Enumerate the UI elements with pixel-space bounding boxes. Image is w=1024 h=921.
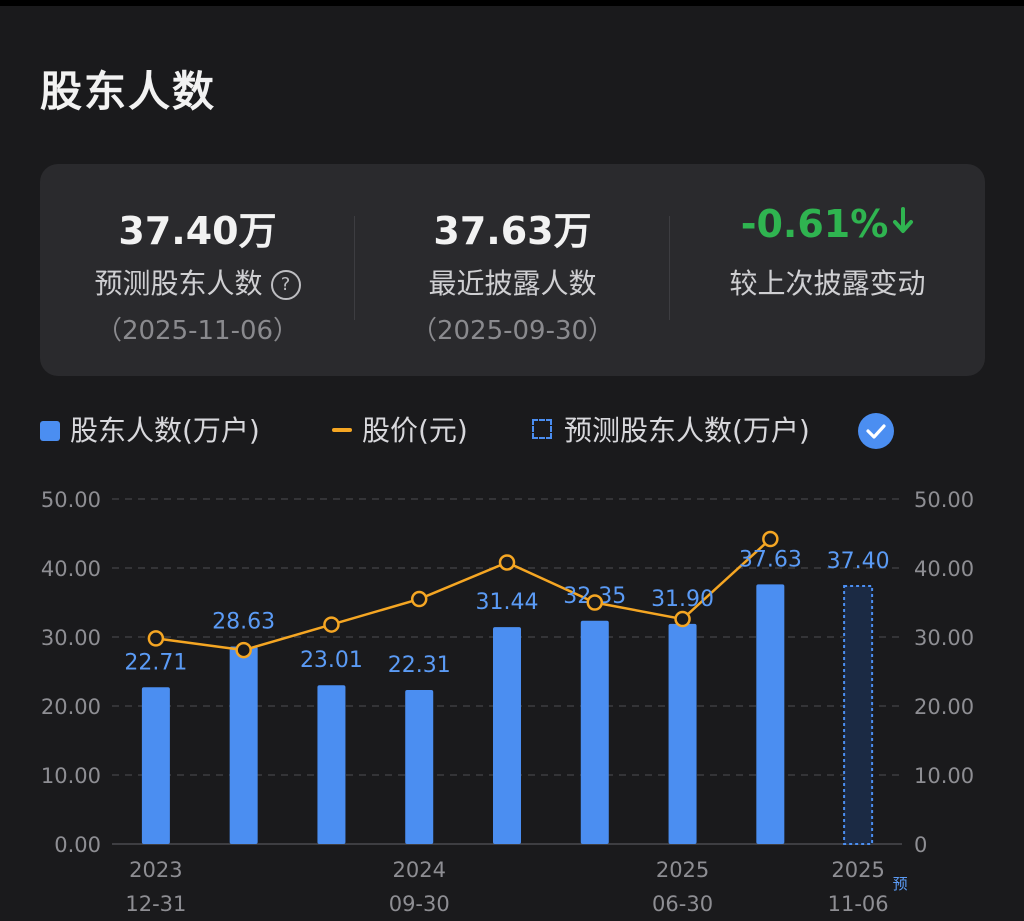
bar-value-label: 22.71 [124, 650, 187, 675]
bar-value-label: 28.63 [212, 609, 275, 634]
latest-date: （2025-09-30） [410, 316, 615, 346]
predicted-marker: 预 [893, 875, 908, 893]
y-tick-label-right: 30.00 [914, 626, 974, 650]
y-tick-label-left: 10.00 [41, 764, 101, 788]
help-icon[interactable]: ? [270, 270, 301, 300]
bar [317, 685, 346, 844]
predicted-date: （2025-11-06） [95, 316, 300, 346]
bar-value-label: 22.31 [388, 653, 451, 678]
price-point [586, 594, 604, 611]
predicted-label: 预测股东人数 [94, 267, 263, 300]
bar-value-label: 31.90 [651, 587, 714, 612]
checkmark-icon[interactable] [858, 413, 894, 449]
price-point [410, 590, 428, 608]
x-tick-label-year: 2025 [656, 858, 709, 882]
y-tick-label-right: 20.00 [914, 695, 974, 719]
bar-value-label: 37.63 [739, 547, 802, 572]
legend-bar-swatch [40, 421, 60, 441]
arrow-down-icon [892, 200, 914, 244]
page-title: 股东人数 [40, 67, 217, 116]
shareholder-chart: 0.00 0 10.00 10.00 20.00 20.00 30.00 30.00 40.00… [41, 488, 974, 916]
stat-latest: 37.63万 最近披露人数 （2025-09-30） [355, 164, 670, 376]
predicted-label-row: 预测股东人数? [40, 262, 355, 302]
y-tick-label-right: 50.00 [914, 488, 974, 512]
legend-predicted[interactable]: 预测股东人数(万户) [532, 409, 810, 453]
price-point [762, 530, 779, 548]
price-point [323, 616, 340, 633]
bar-value-label: 31.44 [476, 590, 539, 615]
stat-predicted[interactable]: 37.40万 预测股东人数? （2025-11-06） [40, 164, 355, 376]
price-point [235, 641, 252, 659]
price-point [147, 630, 165, 647]
x-tick-label-year: 2025 [831, 858, 884, 882]
legend-holders-label: 股东人数(万户) [70, 414, 260, 447]
predicted-bar [843, 584, 874, 845]
shareholder-panel: 股东人数 37.40万 预测股东人数? （2025-11-06） 37.63万 … [0, 6, 1024, 921]
y-tick-label-left: 30.00 [41, 626, 101, 650]
chart-legend: 股东人数(万户) 股价(元) 预测股东人数(万户) [40, 409, 940, 453]
legend-predicted-label: 预测股东人数(万户) [564, 414, 810, 447]
change-value: -0.61% [740, 202, 889, 246]
x-tick-label-year: 2023 [129, 858, 182, 882]
legend-line-swatch [332, 428, 352, 432]
stat-change: -0.61% 较上次披露变动 [670, 164, 985, 376]
bar [668, 623, 697, 844]
summary-card: 37.40万 预测股东人数? （2025-11-06） 37.63万 最近披露人… [40, 164, 985, 376]
x-tick-label-date: 11-06 [828, 892, 889, 916]
price-point [674, 610, 691, 628]
bar [756, 584, 785, 844]
y-tick-label-right: 0 [914, 833, 927, 857]
y-tick-label-left: 0.00 [54, 833, 101, 857]
x-tick-label-date: 06-30 [652, 892, 713, 916]
change-value-row: -0.61% [670, 200, 985, 246]
bar [141, 687, 170, 844]
latest-label: 最近披露人数 [428, 267, 597, 300]
y-tick-label-right: 40.00 [914, 557, 974, 581]
bar-value-label: 23.01 [300, 648, 363, 673]
x-tick-label-date: 12-31 [125, 892, 186, 916]
x-tick-label-year: 2024 [392, 858, 445, 882]
y-tick-label-left: 20.00 [41, 695, 101, 719]
legend-price-label: 股价(元) [362, 414, 468, 447]
y-tick-label-right: 10.00 [914, 764, 974, 788]
price-point [498, 554, 516, 571]
latest-value: 37.63万 [433, 209, 592, 253]
bar [229, 646, 258, 844]
y-tick-label-left: 40.00 [41, 557, 101, 581]
bar [580, 620, 609, 844]
change-label: 较上次披露变动 [729, 267, 926, 300]
bar [493, 627, 521, 844]
legend-price[interactable]: 股价(元) [332, 409, 468, 453]
legend-holders[interactable]: 股东人数(万户) [40, 409, 260, 453]
bar [405, 690, 434, 844]
predicted-value-label: 37.40 [827, 549, 890, 574]
y-tick-label-left: 50.00 [41, 488, 101, 512]
legend-dashed-swatch [532, 419, 552, 439]
predicted-value: 37.40万 [118, 209, 277, 253]
x-tick-label-date: 09-30 [389, 892, 450, 916]
